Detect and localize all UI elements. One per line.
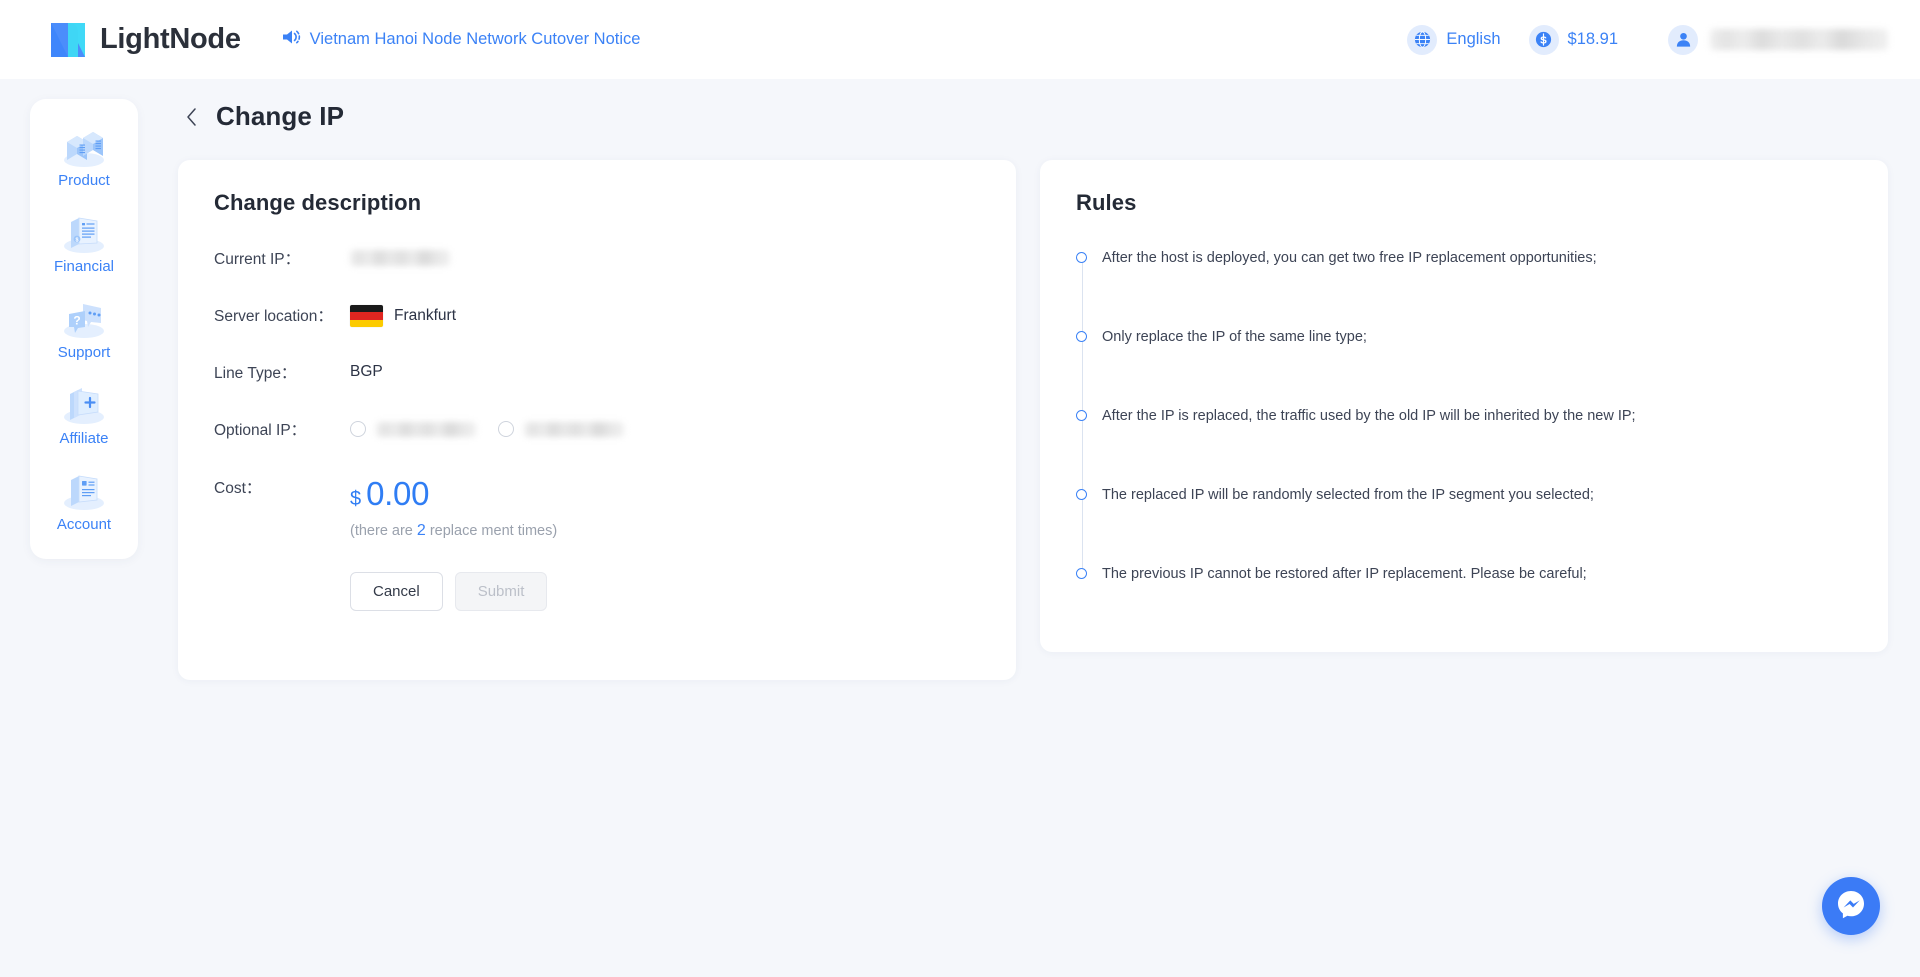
- announcement-text: Vietnam Hanoi Node Network Cutover Notic…: [309, 30, 641, 48]
- label-cost: Cost：: [214, 479, 262, 497]
- sidebar-item-account[interactable]: Account: [30, 457, 138, 543]
- user-menu[interactable]: [1668, 24, 1888, 55]
- invoice-billing-icon: $: [57, 210, 111, 256]
- page-layout: Product $ Financial ? Support Affiliate …: [0, 79, 1920, 977]
- language-label: English: [1446, 30, 1501, 48]
- row-server-location: Server location： Frankfurt: [214, 305, 980, 328]
- user-avatar-icon: [1668, 24, 1698, 55]
- change-description-title: Change description: [214, 190, 422, 215]
- row-cost: Cost： $ 0.00 (there are 2 replace ment t…: [214, 477, 980, 612]
- value-server-location: Frankfurt: [350, 305, 457, 328]
- sidebar-label-product: Product: [58, 172, 110, 189]
- account-document-icon: [57, 468, 111, 514]
- rule-item: After the host is deployed, you can get …: [1076, 248, 1852, 269]
- sidebar: Product $ Financial ? Support Affiliate …: [0, 79, 138, 977]
- cost-note-prefix: (there are: [350, 522, 417, 539]
- folder-plus-icon: [57, 382, 111, 428]
- language-switcher[interactable]: English: [1393, 24, 1514, 55]
- rule-item: After the IP is replaced, the traffic us…: [1076, 406, 1852, 427]
- cost-currency: $: [350, 487, 362, 510]
- change-description-card: Change description Current IP： Server lo…: [178, 160, 1016, 681]
- logo-text: LightNode: [100, 23, 241, 55]
- value-line-type: BGP: [350, 363, 383, 381]
- page-header: Change IP: [178, 101, 1888, 132]
- sidebar-item-financial[interactable]: $ Financial: [30, 199, 138, 285]
- top-header: LightNode Vietnam Hanoi Node Network Cut…: [0, 0, 1920, 79]
- cards-row: Change description Current IP： Server lo…: [178, 160, 1888, 681]
- username-redacted: [1710, 29, 1888, 50]
- sidebar-item-product[interactable]: Product: [30, 113, 138, 199]
- balance-label: $18.91: [1567, 30, 1618, 48]
- cost-block: $ 0.00 (there are 2 replace ment times) …: [350, 477, 557, 612]
- server-location-text: Frankfurt: [394, 307, 457, 325]
- sidebar-panel: Product $ Financial ? Support Affiliate …: [30, 99, 138, 559]
- cost-note-suffix: replace ment times): [425, 522, 558, 539]
- sidebar-label-account: Account: [56, 516, 112, 533]
- value-optional-ip: [350, 419, 624, 439]
- optional-ip-2-redacted: [524, 421, 624, 437]
- row-line-type: Line Type： BGP: [214, 362, 980, 384]
- label-line-type: Line Type：: [214, 365, 297, 383]
- main-content: Change IP Change description Current IP：…: [125, 79, 1920, 977]
- header-right-group: English S $18.91: [1393, 24, 1888, 55]
- messenger-chat-button[interactable]: [1822, 877, 1880, 935]
- optional-ip-radio-group: [350, 421, 624, 438]
- radio-circle-icon[interactable]: [498, 421, 514, 438]
- svg-text:?: ?: [73, 314, 80, 328]
- cost-note: (there are 2 replace ment times): [350, 522, 557, 540]
- sidebar-item-support[interactable]: ? Support: [30, 285, 138, 371]
- optional-ip-1-redacted: [376, 421, 476, 437]
- cost-note-count: 2: [416, 521, 426, 539]
- server-racks-icon: [57, 124, 111, 170]
- rules-card: Rules After the host is deployed, you ca…: [1040, 160, 1888, 652]
- sidebar-label-affiliate: Affiliate: [59, 430, 109, 447]
- sidebar-label-financial: Financial: [53, 258, 115, 275]
- sidebar-label-support: Support: [57, 344, 111, 361]
- label-server-location: Server location：: [214, 308, 333, 326]
- cancel-button[interactable]: Cancel: [350, 571, 443, 612]
- svg-text:$: $: [76, 237, 79, 243]
- chevron-left-icon[interactable]: [181, 103, 202, 131]
- label-optional-ip: Optional IP：: [214, 422, 307, 440]
- rules-timeline: After the host is deployed, you can get …: [1076, 248, 1852, 585]
- balance-button[interactable]: S $18.91: [1515, 24, 1632, 55]
- lightnode-logo-icon: [48, 20, 90, 60]
- row-current-ip: Current IP：: [214, 248, 980, 270]
- radio-circle-icon[interactable]: [350, 421, 366, 438]
- rule-item: Only replace the IP of the same line typ…: [1076, 327, 1852, 348]
- row-optional-ip: Optional IP：: [214, 419, 980, 441]
- messenger-icon: [1834, 887, 1868, 926]
- form-actions: Cancel Submit: [350, 571, 557, 612]
- label-current-ip: Current IP：: [214, 251, 301, 268]
- cost-value: 0.00: [366, 474, 430, 512]
- optional-ip-radio-1[interactable]: [350, 421, 476, 438]
- rule-item: The previous IP cannot be restored after…: [1076, 564, 1852, 585]
- speaker-announcement-icon: [281, 28, 301, 51]
- current-ip-redacted: [350, 250, 450, 266]
- submit-button[interactable]: Submit: [454, 571, 548, 612]
- germany-flag-icon: [350, 305, 383, 328]
- globe-icon: [1407, 24, 1438, 55]
- rule-item: The replaced IP will be randomly selecte…: [1076, 485, 1852, 506]
- value-current-ip: [350, 248, 450, 268]
- question-chat-icon: ?: [57, 296, 111, 342]
- dollar-circle-icon: S: [1528, 24, 1559, 55]
- logo[interactable]: LightNode: [48, 20, 241, 60]
- cost-amount: $ 0.00: [350, 477, 557, 510]
- sidebar-item-affiliate[interactable]: Affiliate: [30, 371, 138, 457]
- optional-ip-radio-2[interactable]: [498, 421, 624, 438]
- rules-title: Rules: [1076, 190, 1137, 215]
- page-title: Change IP: [216, 101, 345, 131]
- announcement-banner[interactable]: Vietnam Hanoi Node Network Cutover Notic…: [281, 28, 641, 51]
